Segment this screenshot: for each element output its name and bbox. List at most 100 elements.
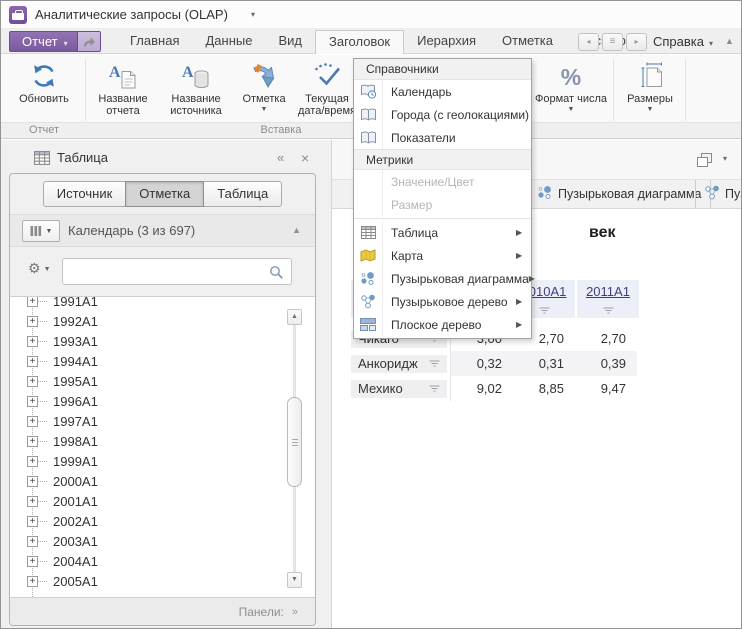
tree-item[interactable]: 1991A1 — [10, 296, 315, 311]
ribbon-tab[interactable]: Заголовок — [315, 30, 404, 54]
value-cell: 9,02 — [453, 376, 513, 401]
tree-connector — [38, 461, 47, 462]
search-input[interactable] — [69, 262, 264, 281]
tree-item[interactable]: 1992A1 — [10, 311, 315, 331]
tree-item[interactable]: 1998A1 — [10, 431, 315, 451]
tree-item[interactable]: 2003A1 — [10, 531, 315, 551]
scrollbar-thumb[interactable] — [287, 397, 302, 487]
filter-icon[interactable] — [429, 381, 440, 396]
menu-item[interactable]: Города (с геолокациями) — [354, 103, 531, 126]
tree-item[interactable]: 1994A1 — [10, 351, 315, 371]
ribbon-tab[interactable]: Иерархия — [404, 29, 489, 54]
help-label: Справка — [653, 34, 704, 49]
filter-icon[interactable] — [429, 356, 440, 371]
filter-icon[interactable] — [539, 303, 550, 318]
tree-item[interactable]: 1999A1 — [10, 451, 315, 471]
expand-icon[interactable] — [27, 556, 38, 567]
columns-view-button[interactable]: ▼ — [22, 220, 60, 242]
chevron-down-icon: ▼ — [533, 105, 609, 114]
number-format-button[interactable]: % Формат числа ▼ — [533, 57, 609, 121]
refresh-button[interactable]: Обновить — [7, 57, 81, 121]
expand-icon[interactable] — [27, 376, 38, 387]
search-box — [62, 258, 292, 285]
tab-scroll-buttons: ◂ ≡ ▸ — [578, 33, 647, 51]
submenu-arrow-icon: ▶ — [516, 320, 531, 329]
tree-item[interactable]: 1997A1 — [10, 411, 315, 431]
expand-icon[interactable] — [27, 396, 38, 407]
tree-item[interactable]: 1993A1 — [10, 331, 315, 351]
view-tab[interactable]: Пузырьковая диаграмма — [528, 180, 711, 208]
report-name-button[interactable]: A Название отчета — [89, 57, 157, 121]
search-icon[interactable] — [269, 265, 284, 283]
mark-button[interactable]: Отметка ▼ — [235, 57, 293, 121]
ribbon-tab[interactable]: Вид — [265, 29, 315, 54]
expand-icon[interactable] — [27, 456, 38, 467]
chevron-down-icon[interactable]: ▾ — [723, 154, 727, 163]
expand-icon[interactable] — [27, 336, 38, 347]
calendar-tree: 1991A1 1992A11993A11994A11995A11996A11997… — [10, 296, 315, 591]
ribbon-tab[interactable]: Главная — [117, 29, 192, 54]
menu-item[interactable]: Пузырьковое дерево▶ — [354, 290, 531, 313]
expand-icon[interactable] — [27, 316, 38, 327]
scroll-up-button[interactable]: ▲ — [287, 309, 302, 325]
datetime-button[interactable]: Текущая дата/время — [295, 57, 359, 121]
ribbon-tab[interactable]: Данные — [192, 29, 265, 54]
ribbon-tab[interactable]: Отметка — [489, 29, 566, 54]
menu-item[interactable]: Пузырьковая диаграмма▶ — [354, 267, 531, 290]
title-caret-icon[interactable]: ▾ — [251, 1, 255, 29]
report-menu-button[interactable]: Отчет▾ — [9, 31, 101, 52]
menu-item[interactable]: Календарь — [354, 80, 531, 103]
scroll-left-button[interactable]: ◂ — [578, 33, 599, 51]
menu-item[interactable]: Карта▶ — [354, 244, 531, 267]
expand-icon[interactable] — [27, 356, 38, 367]
menu-item[interactable]: Плоское дерево▶ — [354, 313, 531, 336]
expand-icon[interactable] — [27, 296, 38, 307]
collapse-panel-icon[interactable]: « — [277, 145, 284, 171]
panel-tab[interactable]: Отметка — [125, 181, 204, 207]
tree-item[interactable]: 2005A1 — [10, 571, 315, 591]
tree-connector — [38, 401, 47, 402]
row-header-chip[interactable]: Мехико — [351, 380, 447, 398]
menu-item[interactable]: Показатели — [354, 126, 531, 149]
scroll-right-button[interactable]: ▸ — [626, 33, 647, 51]
expand-icon[interactable] — [27, 576, 38, 587]
book-clock-icon — [354, 80, 383, 103]
tree-item-label: 1991A1 — [47, 296, 98, 309]
help-button[interactable]: Справка▾ — [653, 29, 713, 56]
scroll-down-button[interactable]: ▼ — [287, 572, 302, 588]
bubble-tree-icon — [704, 185, 720, 203]
row-name: Анкоридж — [358, 356, 429, 371]
expand-icon[interactable] — [27, 496, 38, 507]
expand-icon[interactable] — [27, 516, 38, 527]
tree-item[interactable]: 2001A1 — [10, 491, 315, 511]
tree-item[interactable]: 2004A1 — [10, 551, 315, 571]
expand-panels-icon[interactable]: » — [292, 606, 298, 618]
source-name-button[interactable]: A Название источника — [159, 57, 233, 121]
collapse-section-icon[interactable]: ▲ — [292, 215, 301, 246]
gear-button[interactable]: ⚙▼ — [28, 260, 51, 277]
menu-item[interactable]: Таблица▶ — [354, 221, 531, 244]
view-tab[interactable]: Пузырьковое дерево — [695, 180, 741, 208]
flat-tree-icon — [354, 313, 383, 336]
tree-item[interactable]: 1996A1 — [10, 391, 315, 411]
collapse-ribbon-button[interactable]: ▲ — [725, 29, 734, 54]
panel-tab[interactable]: Источник — [43, 181, 127, 207]
tree-item[interactable]: 1995A1 — [10, 371, 315, 391]
expand-icon[interactable] — [27, 436, 38, 447]
redo-arrow-button[interactable] — [77, 31, 101, 52]
cascade-windows-icon[interactable] — [697, 153, 711, 166]
row-header-chip[interactable]: Анкоридж — [351, 355, 447, 373]
tree-item[interactable]: 2002A1 — [10, 511, 315, 531]
filter-icon[interactable] — [603, 303, 614, 318]
expand-icon[interactable] — [27, 536, 38, 547]
column-header-link[interactable]: 2011A1 — [586, 284, 630, 299]
panel-tab[interactable]: Таблица — [203, 181, 282, 207]
expand-icon[interactable] — [27, 416, 38, 427]
tree-connector — [38, 581, 47, 582]
tab-list-button[interactable]: ≡ — [602, 33, 623, 51]
sizes-button[interactable]: Размеры ▼ — [617, 57, 683, 121]
close-panel-icon[interactable]: × — [301, 145, 309, 171]
expand-icon[interactable] — [27, 476, 38, 487]
tree-item[interactable]: 2000A1 — [10, 471, 315, 491]
empty-icon-gutter — [354, 193, 383, 216]
